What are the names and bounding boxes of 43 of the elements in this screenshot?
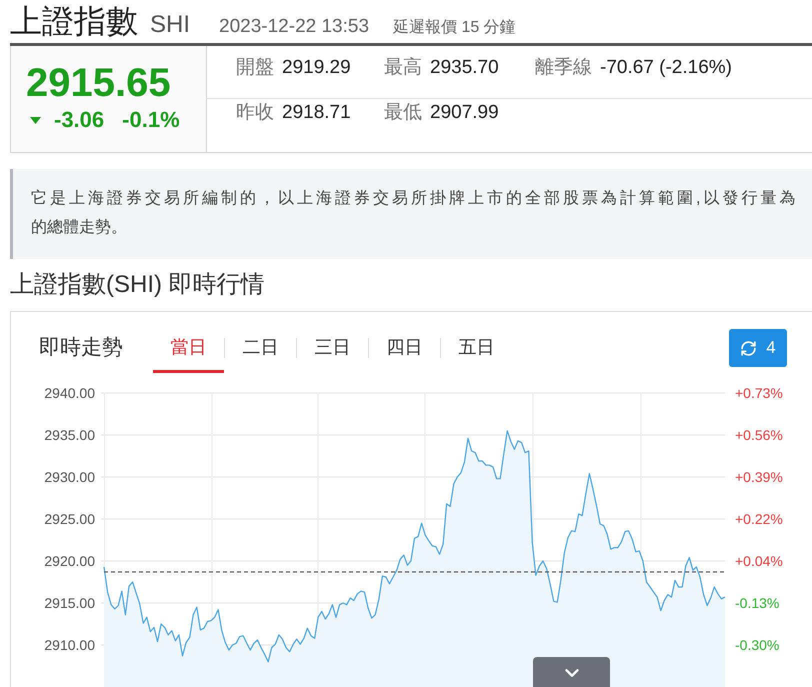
y-axis-label: 2930.00	[44, 468, 95, 486]
percent-axis-label: +0.39%	[735, 468, 783, 486]
percent-axis-label: +0.04%	[735, 552, 783, 570]
percent-axis-label: -0.30%	[735, 636, 780, 654]
percent-axis-label: -0.13%	[735, 594, 780, 612]
y-axis-label: 2935.00	[44, 426, 95, 444]
percent-axis-label: +0.56%	[735, 426, 783, 444]
price-change: -3.06	[54, 107, 104, 133]
delay-note: 延遲報價 15 分鐘	[393, 18, 516, 38]
description-text: 的總體走勢。	[31, 218, 127, 238]
page-title: 上證指數	[10, 2, 138, 41]
field-label: 最高	[384, 56, 422, 80]
quote-timestamp: 2023-12-22 13:53	[219, 15, 370, 39]
field-label: 離季線	[535, 56, 592, 80]
range-tab[interactable]: 三日	[297, 326, 368, 373]
field-value: 2919.29	[282, 56, 351, 80]
y-axis-label: 2925.00	[44, 510, 95, 528]
y-axis-label: 2920.00	[44, 552, 95, 570]
ticker-symbol: SHI	[150, 10, 190, 40]
field-value: 2935.70	[430, 56, 499, 80]
section-heading: 上證指數(SHI) 即時行情	[10, 270, 265, 300]
description-text: 它是上海證券交易所編制的，以上海證券交易所掛牌上市的全部股票為計算範圍,以發行量為	[31, 188, 798, 209]
y-axis-label: 2915.00	[44, 594, 95, 612]
expand-button[interactable]	[533, 657, 610, 687]
range-tab[interactable]: 二日	[225, 326, 296, 373]
y-axis-label: 2910.00	[44, 636, 95, 654]
field-value: -70.67 (-2.16%)	[600, 56, 732, 80]
field-value: 2918.71	[282, 101, 351, 125]
percent-change: -0.1%	[122, 107, 180, 133]
percent-axis-label: +0.73%	[735, 384, 783, 402]
y-axis-label: 2940.00	[44, 384, 95, 402]
percent-axis-label: +0.22%	[735, 510, 783, 528]
field-label: 最低	[384, 101, 422, 125]
field-value: 2907.99	[430, 101, 499, 125]
refresh-button[interactable]: 4	[729, 329, 787, 367]
last-price: 2915.65	[26, 63, 171, 103]
range-tab[interactable]: 五日	[441, 326, 512, 373]
refresh-icon	[740, 340, 758, 356]
chart-title: 即時走勢	[39, 335, 124, 361]
field-label: 昨收	[236, 101, 274, 125]
range-tab[interactable]: 四日	[369, 326, 440, 373]
field-label: 開盤	[236, 56, 274, 80]
range-tab[interactable]: 當日	[153, 326, 224, 373]
